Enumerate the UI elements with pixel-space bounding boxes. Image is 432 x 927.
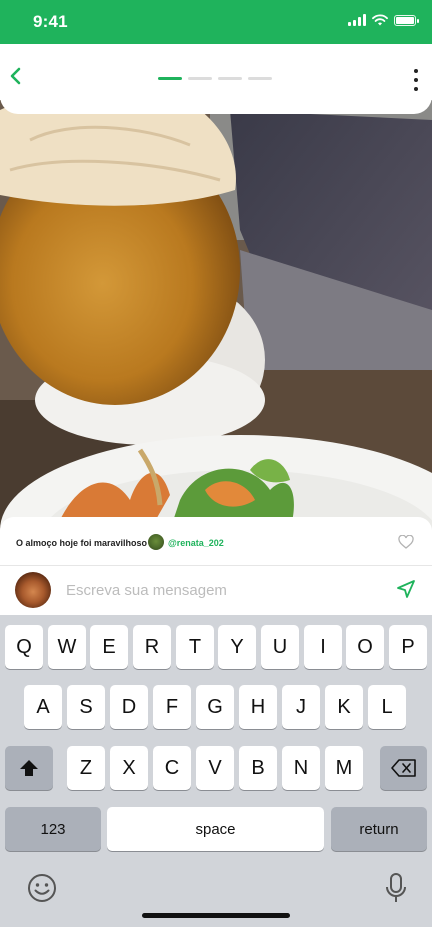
status-icons [348,14,419,26]
return-key[interactable]: return [331,807,427,851]
cellular-signal-icon [348,14,366,26]
key[interactable]: S [67,685,105,729]
wifi-icon [372,14,388,26]
key[interactable]: W [48,625,86,669]
key[interactable]: X [110,746,148,790]
status-time: 9:41 [33,12,68,31]
key[interactable]: T [176,625,214,669]
key[interactable]: U [261,625,299,669]
chevron-left-icon[interactable] [6,64,26,88]
numbers-key[interactable]: 123 [5,807,101,851]
home-indicator [142,913,290,918]
key[interactable]: B [239,746,277,790]
emoji-icon[interactable] [26,872,58,904]
key[interactable]: Z [67,746,105,790]
key[interactable]: J [282,685,320,729]
backspace-icon [390,759,416,777]
progress-segment [188,77,212,80]
delete-key[interactable] [380,746,427,790]
key[interactable]: M [325,746,363,790]
user-avatar-icon[interactable] [148,534,164,550]
microphone-icon[interactable] [384,872,408,904]
story-progress [158,77,272,80]
key[interactable]: O [346,625,384,669]
more-vertical-icon[interactable] [408,69,424,91]
story-caption: O almoço hoje foi maravilhoso @renata_20… [0,517,432,566]
space-key[interactable]: space [107,807,324,851]
status-bar: 9:41 [0,0,432,44]
key[interactable]: I [304,625,342,669]
story-photo [0,100,432,530]
key[interactable]: H [239,685,277,729]
caption-text: O almoço hoje foi maravilhoso [16,538,148,548]
send-icon[interactable] [396,579,416,599]
battery-icon [394,14,419,26]
key[interactable]: A [24,685,62,729]
key[interactable]: G [196,685,234,729]
key[interactable]: Y [218,625,256,669]
key[interactable]: L [368,685,406,729]
progress-segment [158,77,182,80]
key[interactable]: P [389,625,427,669]
key[interactable]: F [153,685,191,729]
key[interactable]: N [282,746,320,790]
user-handle-link[interactable]: @renata_202 [168,538,224,548]
shift-key[interactable] [5,746,53,790]
key[interactable]: E [90,625,128,669]
key[interactable]: Q [5,625,43,669]
progress-segment [248,77,272,80]
key[interactable]: D [110,685,148,729]
keyboard: Q W E R T Y U I O P A S D F G H J K L Z … [0,615,432,927]
avatar [15,572,51,608]
key[interactable]: K [325,685,363,729]
heart-outline-icon[interactable] [398,535,414,549]
shift-icon [20,760,38,776]
progress-segment [218,77,242,80]
key[interactable]: V [196,746,234,790]
key[interactable]: C [153,746,191,790]
story-header [0,44,432,114]
message-input[interactable] [66,579,366,601]
message-composer [0,565,432,615]
key[interactable]: R [133,625,171,669]
